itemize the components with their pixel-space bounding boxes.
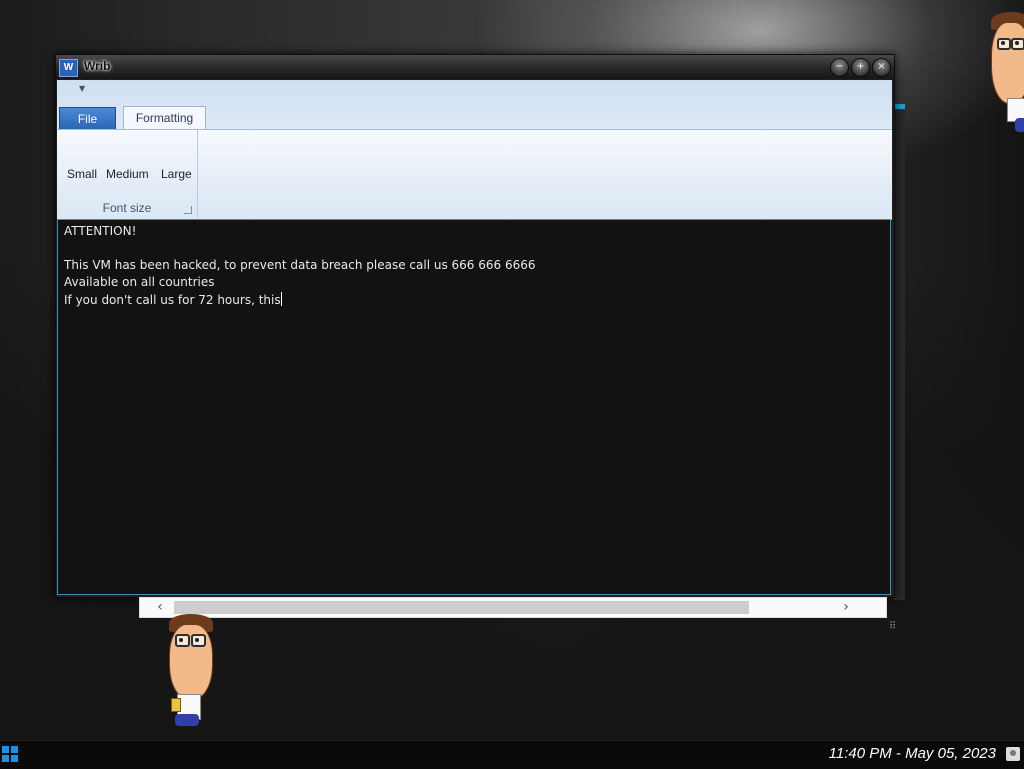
document-editor[interactable]: ATTENTION! This VM has been hacked, to p… bbox=[57, 219, 891, 595]
font-size-group-label: Font size bbox=[102, 201, 152, 215]
scrollbar-thumb[interactable] bbox=[174, 601, 749, 614]
text-cursor bbox=[280, 292, 282, 306]
ribbon-panel-formatting: Small Medium Large Font size bbox=[57, 129, 892, 220]
close-button[interactable]: × bbox=[872, 58, 891, 77]
font-size-group: Small Medium Large Font size bbox=[57, 130, 198, 218]
start-menu-icon[interactable] bbox=[2, 746, 18, 762]
document-line-current: If you don't call us for 72 hours, this bbox=[64, 292, 282, 307]
font-size-large-button[interactable]: Large bbox=[161, 167, 192, 181]
horizontal-scrollbar[interactable]: ‹ › bbox=[139, 597, 887, 618]
word-app-icon: W bbox=[59, 59, 78, 77]
title-bar[interactable]: W Wrib − + × bbox=[56, 55, 894, 79]
tab-formatting[interactable]: Formatting bbox=[123, 106, 206, 129]
font-size-small-button[interactable]: Small bbox=[67, 167, 97, 181]
ribbon: ▼ File Formatting Small Medium Large Fon… bbox=[57, 80, 892, 220]
word-processor-window: W Wrib − + × ▼ File Formatting Small Med… bbox=[55, 54, 895, 598]
window-title: Wrib bbox=[84, 59, 111, 73]
font-size-medium-button[interactable]: Medium bbox=[106, 167, 149, 181]
taskbar-clock[interactable]: 11:40 PM - May 05, 2023 bbox=[829, 745, 996, 762]
user-icon[interactable] bbox=[1006, 747, 1020, 761]
desktop-pet-hank[interactable] bbox=[163, 612, 218, 728]
minimize-button[interactable]: − bbox=[830, 58, 849, 77]
document-line: Available on all countries bbox=[64, 275, 215, 289]
dialog-launcher-icon[interactable] bbox=[184, 206, 192, 214]
document-line: ATTENTION! bbox=[64, 224, 137, 238]
resize-grip-icon[interactable]: ⠿ bbox=[889, 620, 903, 634]
desktop-pet-hank-top[interactable] bbox=[985, 10, 1024, 132]
quick-access-dropdown-icon[interactable]: ▼ bbox=[79, 84, 85, 93]
maximize-button[interactable]: + bbox=[851, 58, 870, 77]
document-line-text: If you don't call us for 72 hours, this bbox=[64, 293, 281, 307]
scroll-right-arrow-icon[interactable]: › bbox=[836, 598, 856, 617]
document-line: This VM has been hacked, to prevent data… bbox=[64, 258, 536, 272]
tab-file[interactable]: File bbox=[59, 107, 116, 131]
